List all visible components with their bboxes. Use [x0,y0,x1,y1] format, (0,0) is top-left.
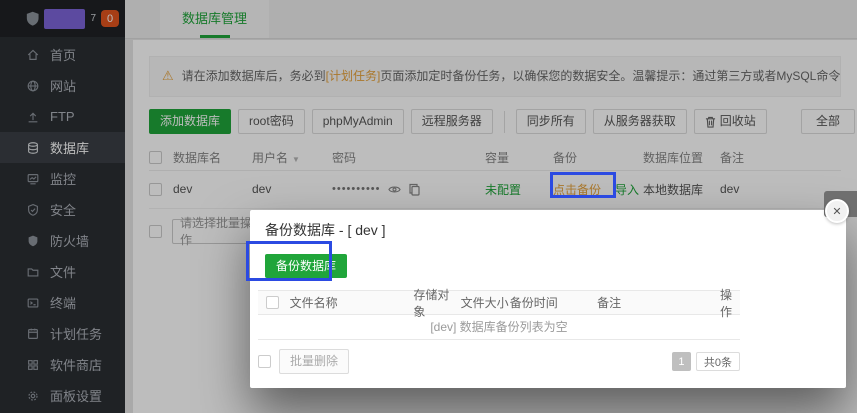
modal-footer: 批量删除 1 共0条 [258,349,740,374]
empty-list-message: [dev] 数据库备份列表为空 [258,315,740,340]
backup-table-header-row: 文件名称 存储对象 文件大小 备份时间 备注 操作 [258,290,740,315]
batch-delete-button[interactable]: 批量删除 [279,349,349,374]
page-number[interactable]: 1 [672,352,691,371]
total-count: 共0条 [696,352,740,371]
col-header-filename: 文件名称 [290,294,414,311]
pagination: 1 共0条 [672,352,740,371]
backup-list-table: 文件名称 存储对象 文件大小 备份时间 备注 操作 [dev] 数据库备份列表为… [258,290,838,340]
modal-close-button[interactable]: ✕ [825,199,849,223]
col-header-operations: 操作 [720,286,732,320]
backup-database-button[interactable]: 备份数据库 [265,254,347,278]
backup-database-modal: 备份数据库 - [ dev ] 备份数据库 文件名称 存储对象 文件大小 备份时… [250,210,846,388]
backup-select-all-checkbox[interactable] [266,296,279,309]
col-header-note: 备注 [597,294,720,311]
modal-title: 备份数据库 - [ dev ] [250,210,846,246]
modal-batch-checkbox[interactable] [258,355,271,368]
col-header-filesize: 文件大小 [461,294,510,311]
modal-button-row: 备份数据库 [250,246,846,284]
col-header-backup-time: 备份时间 [510,294,597,311]
